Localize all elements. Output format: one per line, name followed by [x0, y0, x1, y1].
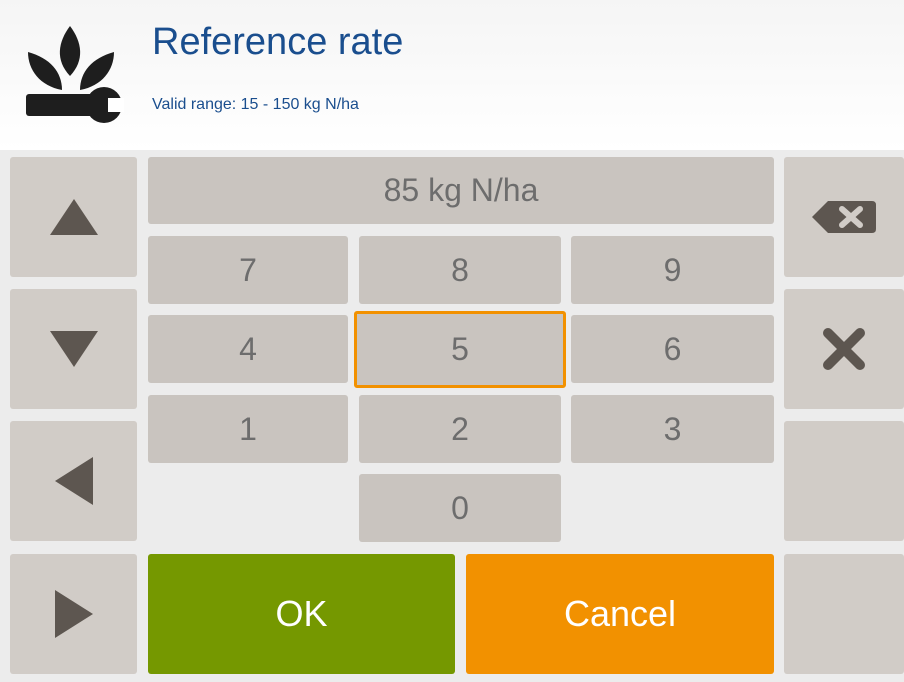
- right-button[interactable]: [10, 554, 137, 674]
- key-8[interactable]: 8: [359, 236, 561, 304]
- arrow-right-icon: [53, 588, 95, 640]
- clear-icon: [822, 327, 866, 371]
- backspace-icon: [810, 199, 878, 235]
- value-display: 85 kg N/ha: [148, 157, 774, 224]
- key-3[interactable]: 3: [571, 395, 774, 463]
- arrow-left-icon: [53, 455, 95, 507]
- backspace-button[interactable]: [784, 157, 904, 277]
- plant-wrench-icon: [22, 20, 124, 132]
- left-button[interactable]: [10, 421, 137, 541]
- clear-button[interactable]: [784, 289, 904, 409]
- page-title: Reference rate: [152, 21, 404, 63]
- key-1[interactable]: 1: [148, 395, 348, 463]
- key-0[interactable]: 0: [359, 474, 561, 542]
- ok-button[interactable]: OK: [148, 554, 455, 674]
- key-2[interactable]: 2: [359, 395, 561, 463]
- valid-range-text: Valid range: 15 - 150 kg N/ha: [152, 96, 359, 113]
- cancel-button[interactable]: Cancel: [466, 554, 774, 674]
- key-7[interactable]: 7: [148, 236, 348, 304]
- key-9[interactable]: 9: [571, 236, 774, 304]
- arrow-up-icon: [48, 197, 100, 237]
- empty-side-key: [784, 421, 904, 541]
- empty-side-key: [784, 554, 904, 674]
- down-button[interactable]: [10, 289, 137, 409]
- key-4[interactable]: 4: [148, 315, 348, 383]
- key-5[interactable]: 5: [354, 311, 566, 388]
- up-button[interactable]: [10, 157, 137, 277]
- key-6[interactable]: 6: [571, 315, 774, 383]
- arrow-down-icon: [48, 329, 100, 369]
- header: Reference rate Valid range: 15 - 150 kg …: [0, 0, 904, 150]
